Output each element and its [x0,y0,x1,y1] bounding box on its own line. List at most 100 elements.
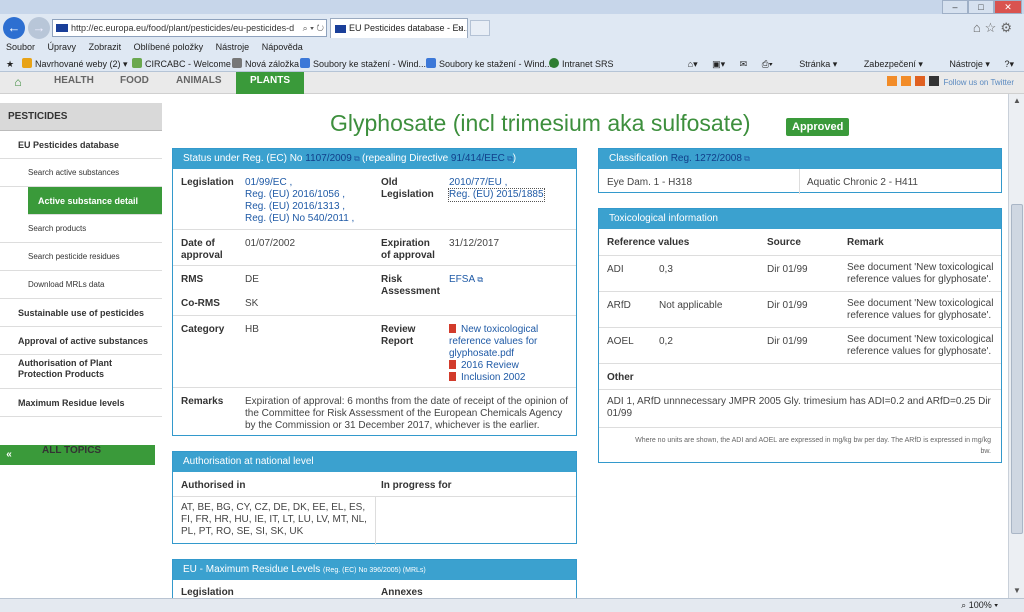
sidebar-item-search-products[interactable]: Search products [0,215,162,243]
page-icon [232,58,242,68]
chevron-left-icon: « [6,449,12,460]
mail-cmd-icon[interactable]: ✉ [740,59,748,69]
remarks-label: Remarks [181,396,224,407]
sidebar-item-search-pesticide-residues[interactable]: Search pesticide residues [0,243,162,271]
minimize-button[interactable]: – [942,0,968,14]
maximize-button[interactable]: □ [968,0,994,14]
legislation-link-4[interactable]: Reg. (EU) No 540/2011 , [245,213,354,225]
scroll-up-icon[interactable]: ▲ [1011,96,1023,108]
cmd-tools[interactable]: Nástroje ▾ [937,59,990,69]
fav-suggested[interactable]: Navrhované weby (2) ▾ [22,56,128,72]
menu-help[interactable]: Nápověda [262,42,303,52]
fav-new-bookmark[interactable]: Nová záložka [232,56,299,72]
social-links: Follow us on Twitter [886,76,1014,87]
fav-circabc[interactable]: CIRCABC - Welcome [132,56,231,72]
mrl-panel-header: EU - Maximum Residue Levels (Reg. (EC) N… [173,560,576,580]
external-link-icon: ⧉ [475,275,484,284]
efsa-link[interactable]: EFSA ⧉ [449,274,483,286]
authorised-in-label: Authorised in [181,480,246,491]
feeds-cmd-icon[interactable]: ▣▾ [712,59,725,69]
legislation-link-1[interactable]: 01/99/EC , [245,177,292,189]
sidebar-item-eu-pesticides-database[interactable]: EU Pesticides database [0,131,162,159]
classification-panel: Classification Reg. 1272/2008 ⧉ Eye Dam.… [598,148,1002,194]
tox-name: AOEL [607,336,634,347]
menu-tools[interactable]: Nástroje [216,42,250,52]
sidebar-item-approval[interactable]: Approval of active substances [0,327,162,355]
menu-view[interactable]: Zobrazit [89,42,122,52]
intranet-icon [549,58,559,68]
fav-downloads-2[interactable]: Soubory ke stažení - Wind... [426,56,552,72]
review-2016-link[interactable]: 2016 Review [449,360,519,372]
status-panel: Status under Reg. (EC) No 1107/2009 ⧉ (r… [172,148,577,436]
share-icon[interactable] [900,76,911,86]
in-progress-label: In progress for [381,480,452,491]
reg-1272-link[interactable]: Reg. 1272/2008 [671,153,742,164]
nav-animals[interactable]: ANIMALS [176,72,222,90]
help-cmd-icon[interactable]: ?▾ [1004,59,1014,69]
back-button[interactable]: ← [3,17,25,39]
close-window-button[interactable]: ✕ [994,0,1022,14]
scroll-down-icon[interactable]: ▼ [1011,586,1023,598]
close-tab-icon[interactable]: × [458,19,463,38]
sidebar-item-download-mrls[interactable]: Download MRLs data [0,271,162,299]
zoom-control[interactable]: ⌕ 100% ▾ [961,599,998,612]
sidebar-item-search-active-substances[interactable]: Search active substances [0,159,162,187]
dir-91-414-link[interactable]: 91/414/EEC [451,153,505,164]
reg-1107-link[interactable]: 1107/2009 [305,153,352,164]
home-cmd-icon[interactable]: ⌂▾ [688,59,698,69]
sidebar-item-mrl[interactable]: Maximum Residue levels [0,389,162,417]
favorites-star-icon[interactable]: ★ [6,56,14,72]
sidebar-item-authorisation[interactable]: Authorisation of Plant Protection Produc… [0,355,162,389]
fav-downloads-1[interactable]: Soubory ke stažení - Wind... [300,56,426,72]
home-icon[interactable]: ⌂ [10,75,26,89]
sidebar-item-active-substance-detail[interactable]: Active substance detail [28,187,162,215]
table-row: AOEL 0,2 Dir 01/99 See document 'New tox… [599,327,1001,363]
site-navigation: ⌂ HEALTH FOOD ANIMALS PLANTS Follow us o… [0,72,1024,94]
legislation-link-3[interactable]: Reg. (EU) 2016/1313 , [245,201,345,213]
authorised-countries: AT, BE, BG, CY, CZ, DE, DK, EE, EL, ES, … [181,502,367,537]
title-bar [0,0,1024,14]
new-tab-button[interactable] [470,20,490,36]
pdf-icon [449,324,456,333]
feed-icon[interactable] [914,76,925,86]
rss-icon[interactable] [886,76,897,86]
legislation-link-2[interactable]: Reg. (EU) 2016/1056 , [245,189,345,201]
cmd-page[interactable]: Stránka ▾ [787,59,837,69]
print-cmd-icon[interactable]: ⎙▾ [762,59,773,69]
nav-food[interactable]: FOOD [120,72,149,90]
legislation-label: Legislation [181,177,234,188]
sidebar-item-sustainable-use[interactable]: Sustainable use of pesticides [0,299,162,327]
browser-tools-icons[interactable]: ⌂☆⚙ [973,20,1016,36]
cmd-security[interactable]: Zabezpečení ▾ [852,59,923,69]
menu-favorites[interactable]: Oblíbené položky [134,42,204,52]
nav-health[interactable]: HEALTH [54,72,94,90]
follow-twitter-link[interactable]: Follow us on Twitter [943,78,1014,87]
review-2002-link[interactable]: Inclusion 2002 [449,372,526,384]
nav-plants[interactable]: PLANTS [236,72,304,94]
other-value: ADI 1, ARfD unnnecessary JMPR 2005 Gly. … [607,396,991,419]
sidebar-title[interactable]: PESTICIDES [0,103,162,131]
scroll-thumb[interactable] [1011,204,1023,534]
authorisation-panel-header: Authorisation at national level [173,452,576,472]
date-of-approval-value: 01/07/2002 [245,238,296,249]
review-pdf-link[interactable]: New toxicological reference values for g… [449,324,559,360]
old-legislation-link-2[interactable]: Reg. (EU) 2015/1885 [448,188,545,202]
external-link-icon: ⧉ [351,154,362,163]
search-refresh-icon[interactable]: ⌕ ▾ ↻ [303,20,324,36]
tox-source: Dir 01/99 [767,264,808,275]
menu-file[interactable]: Soubor [6,42,35,52]
rms-label: RMS [181,274,204,285]
close-icon[interactable] [929,76,940,86]
all-topics-button[interactable]: «ALL TOPICS [0,445,155,465]
address-bar[interactable]: http://ec.europa.eu/food/plant/pesticide… [52,19,327,37]
browser-tab[interactable]: EU Pesticides database - Eu... × [330,18,468,38]
old-legislation-label: Old Legislation [381,177,434,200]
authorisation-row: Authorised in In progress for AT, BE, BG… [173,472,576,545]
menu-edit[interactable]: Úpravy [48,42,77,52]
category-value: HB [245,324,259,335]
fav-intranet[interactable]: Intranet SRS [549,56,614,72]
vertical-scrollbar[interactable]: ▲ ▼ [1008,94,1024,600]
reference-values-header: Reference values [607,237,690,248]
forward-button[interactable]: → [28,17,50,39]
old-legislation-link-1[interactable]: 2010/77/EU , [449,177,507,189]
